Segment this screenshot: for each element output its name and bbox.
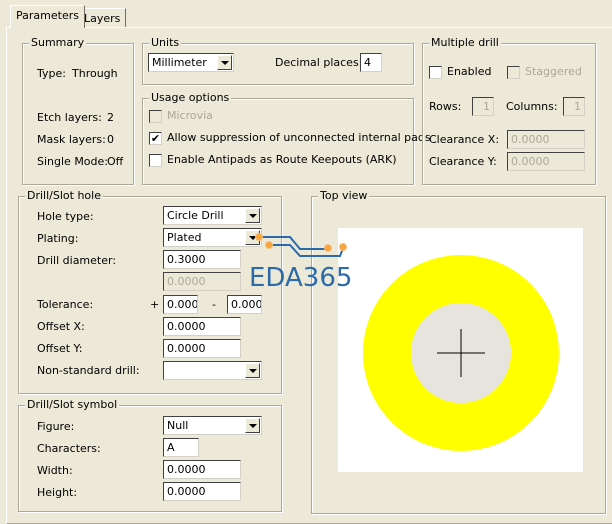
multiple-drill-title: Multiple drill bbox=[429, 36, 501, 49]
units-title: Units bbox=[149, 36, 182, 49]
non-standard-drill-label: Non-standard drill: bbox=[37, 364, 140, 377]
width-label: Width: bbox=[37, 464, 73, 477]
microvia-checkbox[interactable] bbox=[149, 110, 162, 123]
drill-diameter-input[interactable]: 0.3000 bbox=[163, 250, 241, 269]
svg-text:EDA365: EDA365 bbox=[249, 263, 352, 293]
type-label: Type: bbox=[37, 67, 66, 80]
columns-label: Columns: bbox=[506, 100, 558, 113]
plating-label: Plating: bbox=[37, 232, 79, 245]
summary-title: Summary bbox=[29, 36, 87, 49]
antipads-checkbox[interactable] bbox=[149, 154, 162, 167]
figure-value: Null bbox=[167, 419, 189, 432]
pad-preview bbox=[338, 228, 583, 472]
decimal-places-input[interactable]: 4 bbox=[360, 53, 382, 72]
clearance-y-input[interactable]: 0.0000 bbox=[507, 152, 585, 171]
enabled-label: Enabled bbox=[447, 65, 492, 78]
clearance-x-input[interactable]: 0.0000 bbox=[507, 130, 585, 149]
decimal-places-label: Decimal places: bbox=[275, 56, 363, 69]
figure-select[interactable]: Null bbox=[163, 416, 262, 435]
tolerance-label: Tolerance: bbox=[37, 298, 94, 311]
microvia-label: Microvia bbox=[167, 109, 213, 122]
drill-diameter-secondary-input[interactable]: 0.0000 bbox=[163, 272, 241, 291]
allow-suppression-checkbox[interactable]: ✔ bbox=[149, 132, 162, 145]
usage-options-title: Usage options bbox=[149, 91, 232, 104]
drill-diameter-label: Drill diameter: bbox=[37, 254, 117, 267]
offset-x-input[interactable]: 0.0000 bbox=[163, 317, 241, 336]
hole-type-select[interactable]: Circle Drill bbox=[163, 206, 262, 225]
tab-parameters[interactable]: Parameters bbox=[10, 5, 85, 28]
columns-input[interactable]: 1 bbox=[563, 97, 585, 116]
units-value: Millimeter bbox=[152, 56, 207, 69]
chevron-down-icon bbox=[245, 418, 260, 433]
offset-x-label: Offset X: bbox=[37, 320, 85, 333]
single-mode-label: Single Mode: bbox=[37, 155, 108, 168]
height-input[interactable]: 0.0000 bbox=[163, 482, 241, 501]
offset-y-label: Offset Y: bbox=[37, 342, 83, 355]
units-select[interactable]: Millimeter bbox=[148, 53, 234, 72]
clearance-y-label: Clearance Y: bbox=[429, 155, 497, 168]
staggered-checkbox[interactable] bbox=[507, 66, 520, 79]
drill-slot-hole-title: Drill/Slot hole bbox=[25, 189, 103, 202]
drill-slot-symbol-title: Drill/Slot symbol bbox=[25, 398, 120, 411]
characters-input[interactable]: A bbox=[163, 438, 199, 457]
eda365-watermark-logo: EDA365 bbox=[249, 233, 352, 293]
single-mode-value: Off bbox=[107, 155, 124, 168]
mask-label: Mask layers: bbox=[37, 133, 106, 146]
non-standard-drill-select[interactable] bbox=[163, 361, 262, 380]
width-input[interactable]: 0.0000 bbox=[163, 460, 241, 479]
hole-type-value: Circle Drill bbox=[167, 209, 224, 222]
figure-label: Figure: bbox=[37, 420, 75, 433]
chevron-down-icon bbox=[245, 363, 260, 378]
rows-input[interactable]: 1 bbox=[472, 97, 494, 116]
antipads-label: Enable Antipads as Route Keepouts (ARK) bbox=[167, 153, 397, 166]
chevron-down-icon bbox=[245, 208, 260, 223]
tolerance-minus-input[interactable]: 0.000 bbox=[227, 295, 262, 314]
hole-type-label: Hole type: bbox=[37, 210, 94, 223]
height-label: Height: bbox=[37, 486, 78, 499]
tolerance-plus-input[interactable]: 0.000 bbox=[163, 295, 198, 314]
staggered-label: Staggered bbox=[525, 65, 582, 78]
mask-value: 0 bbox=[107, 133, 114, 146]
etch-label: Etch layers: bbox=[37, 111, 102, 124]
minus-sign: - bbox=[212, 298, 216, 311]
plating-value: Plated bbox=[167, 231, 202, 244]
tab-layers[interactable]: Layers bbox=[78, 8, 127, 28]
offset-y-input[interactable]: 0.0000 bbox=[163, 339, 241, 358]
rows-label: Rows: bbox=[429, 100, 462, 113]
plus-sign: + bbox=[150, 298, 160, 311]
characters-label: Characters: bbox=[37, 442, 101, 455]
enabled-checkbox[interactable] bbox=[429, 66, 442, 79]
chevron-down-icon bbox=[217, 55, 232, 70]
top-view-title: Top view bbox=[318, 189, 370, 202]
type-value: Through bbox=[72, 67, 118, 80]
allow-suppression-label: Allow suppression of unconnected interna… bbox=[167, 131, 431, 144]
clearance-x-label: Clearance X: bbox=[429, 133, 500, 146]
etch-value: 2 bbox=[107, 111, 114, 124]
